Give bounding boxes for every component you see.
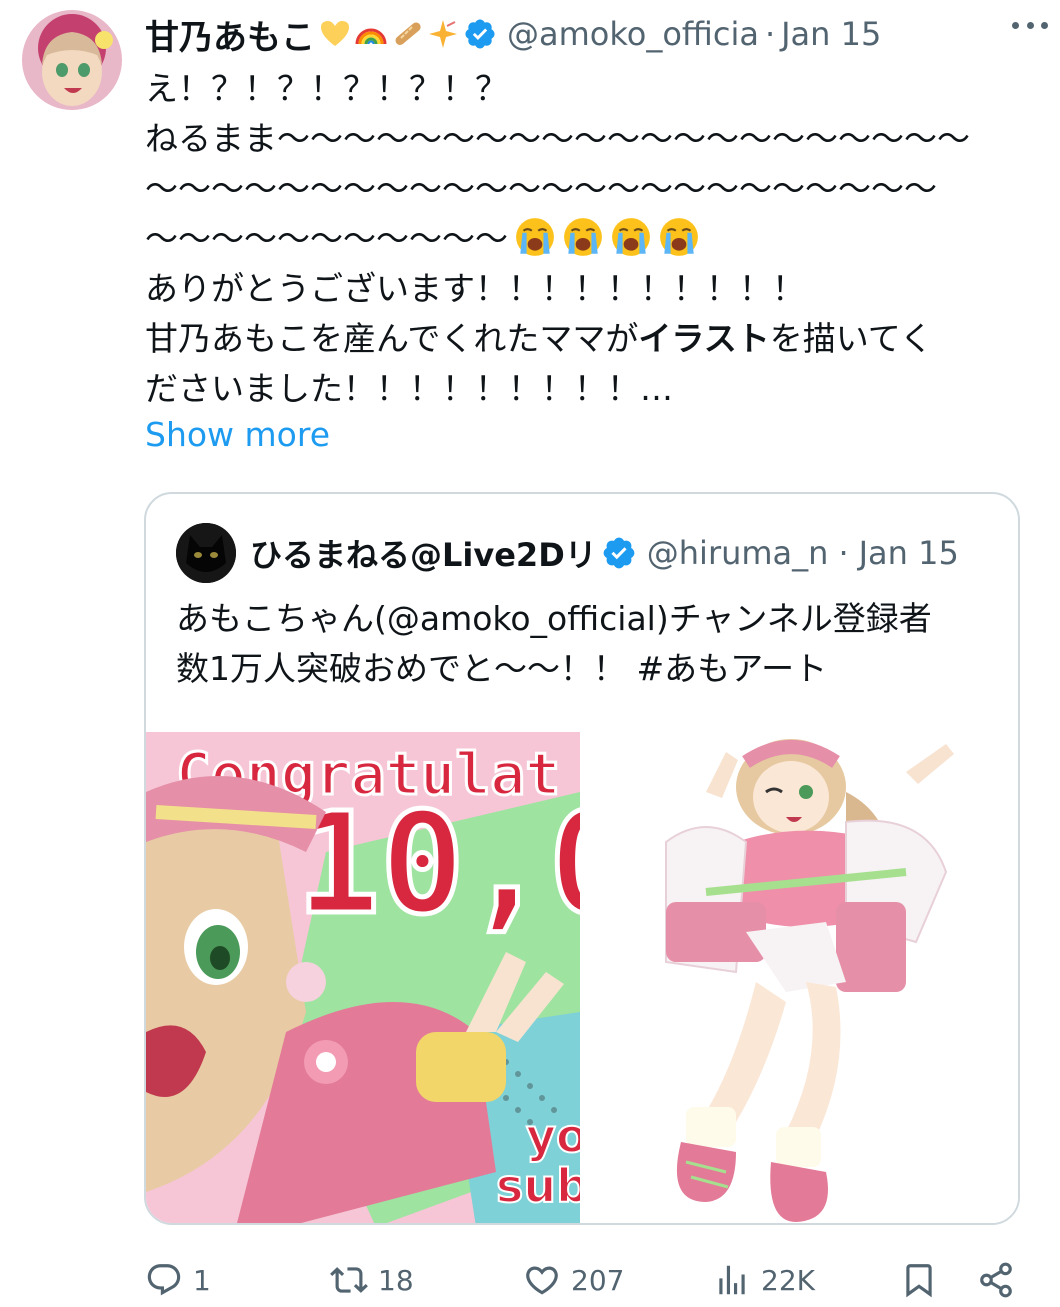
loudly-crying-face-icon: [516, 218, 554, 256]
sparkle-icon: [429, 20, 457, 48]
quoted-tweet-line: あもこちゃん(@amoko_official)チャンネル登録者: [176, 599, 932, 638]
more-dot-icon: [1041, 21, 1048, 29]
tweet-line-text: を描いてく: [769, 319, 933, 358]
quoted-author-display-name[interactable]: ひるまねる@Live2Dリ: [250, 530, 597, 576]
tweet-line: え！？！？！？！？！？: [145, 69, 508, 108]
avatar-illustration: [22, 10, 122, 110]
view-count: 22K: [761, 1263, 815, 1297]
quoted-tweet-header: ひるまねる@Live2Dリ @hiruma_n · Jan 15: [176, 522, 994, 584]
quoted-tweet-media: Congratulat 10,0 yo sub: [146, 732, 1020, 1225]
verified-badge-icon[interactable]: [601, 535, 637, 571]
analytics-icon: [719, 1265, 745, 1295]
like-count: 207: [571, 1263, 625, 1297]
repost-button[interactable]: 18: [330, 1250, 414, 1307]
separator-dot: ·: [838, 534, 849, 572]
heart-icon: [526, 1266, 558, 1295]
baguette-icon: [395, 22, 421, 45]
tweet-line-text: 甘乃あもこを産んでくれたママが: [145, 319, 639, 358]
quoted-author-handle[interactable]: @hiruma_n: [647, 534, 829, 572]
author-avatar[interactable]: [22, 10, 122, 110]
media-image-congratulations[interactable]: Congratulat 10,0 yo sub: [146, 732, 636, 1225]
repost-count: 18: [378, 1263, 414, 1297]
bookmark-button[interactable]: [900, 1250, 938, 1307]
quoted-tweet-line: 数1万人突破おめでと〜〜！！ #あもアート: [176, 649, 828, 688]
black-cat-avatar-icon: [176, 523, 236, 583]
separator-dot: ·: [764, 15, 776, 53]
reply-icon: [147, 1264, 181, 1296]
quoted-tweet-body: あもこちゃん(@amoko_official)チャンネル登録者 数1万人突破おめ…: [176, 594, 996, 694]
tweet-line-with-emoji: 〜〜〜〜〜〜〜〜〜〜〜: [145, 214, 1025, 264]
corner-text: sub: [496, 1159, 589, 1213]
loudly-crying-face-icon: [612, 218, 650, 256]
quoted-tweet-date[interactable]: Jan 15: [859, 534, 959, 572]
more-options-button[interactable]: [1010, 10, 1050, 40]
bookmark-icon: [906, 1264, 932, 1298]
tweet-line: ねるまま〜〜〜〜〜〜〜〜〜〜〜〜〜〜〜〜〜〜〜〜〜: [145, 119, 970, 158]
reply-count: 1: [193, 1263, 211, 1297]
yellow-heart-icon: [321, 21, 349, 46]
corner-text: yo: [526, 1109, 588, 1163]
tweet-line-mixed: 甘乃あもこを産んでくれたママがイラストを描いてく: [145, 314, 1025, 364]
show-more-link[interactable]: Show more: [145, 415, 330, 454]
author-display-name[interactable]: 甘乃あもこ: [145, 10, 315, 59]
quoted-author-avatar[interactable]: [176, 523, 236, 583]
tweet-line: 〜〜〜〜〜〜〜〜〜〜〜〜〜〜〜〜〜〜〜〜〜〜〜〜: [145, 169, 937, 208]
more-dot-icon: [1012, 21, 1019, 29]
tweet-line: ださいました！！！！！！！！！…: [145, 369, 673, 408]
tweet-date[interactable]: Jan 15: [781, 15, 881, 53]
repost-icon: [330, 1267, 368, 1293]
tweet-body: え！？！？！？！？！？ ねるまま〜〜〜〜〜〜〜〜〜〜〜〜〜〜〜〜〜〜〜〜〜 〜〜…: [145, 64, 1025, 414]
tweet-line: ありがとうございます！！！！！！！！！！: [145, 269, 805, 308]
author-handle[interactable]: @amoko_officia: [507, 15, 759, 53]
quoted-tweet-card[interactable]: ひるまねる@Live2Dリ @hiruma_n · Jan 15 あもこちゃん(…: [144, 492, 1020, 1225]
like-button[interactable]: 207: [523, 1250, 624, 1307]
tweet-action-bar: 1 18 207 22K: [145, 1250, 1025, 1307]
media-image-character[interactable]: [584, 732, 1020, 1225]
more-dot-icon: [1026, 21, 1034, 29]
loudly-crying-face-icon: [660, 218, 698, 256]
loudly-crying-face-icon: [564, 218, 602, 256]
verified-badge-icon[interactable]: [463, 17, 497, 51]
share-icon: [980, 1262, 1012, 1298]
media-grid: Congratulat 10,0 yo sub: [146, 732, 1020, 1225]
tweet-bold-text: イラスト: [638, 319, 770, 358]
views-button[interactable]: 22K: [713, 1250, 815, 1307]
reply-button[interactable]: 1: [145, 1250, 211, 1307]
share-button[interactable]: [977, 1250, 1015, 1307]
tweet-line-text: 〜〜〜〜〜〜〜〜〜〜〜: [145, 219, 508, 258]
tweet-header: 甘乃あもこ @amoko_officia · Jan 15: [145, 10, 1040, 58]
rainbow-icon: [355, 28, 387, 45]
